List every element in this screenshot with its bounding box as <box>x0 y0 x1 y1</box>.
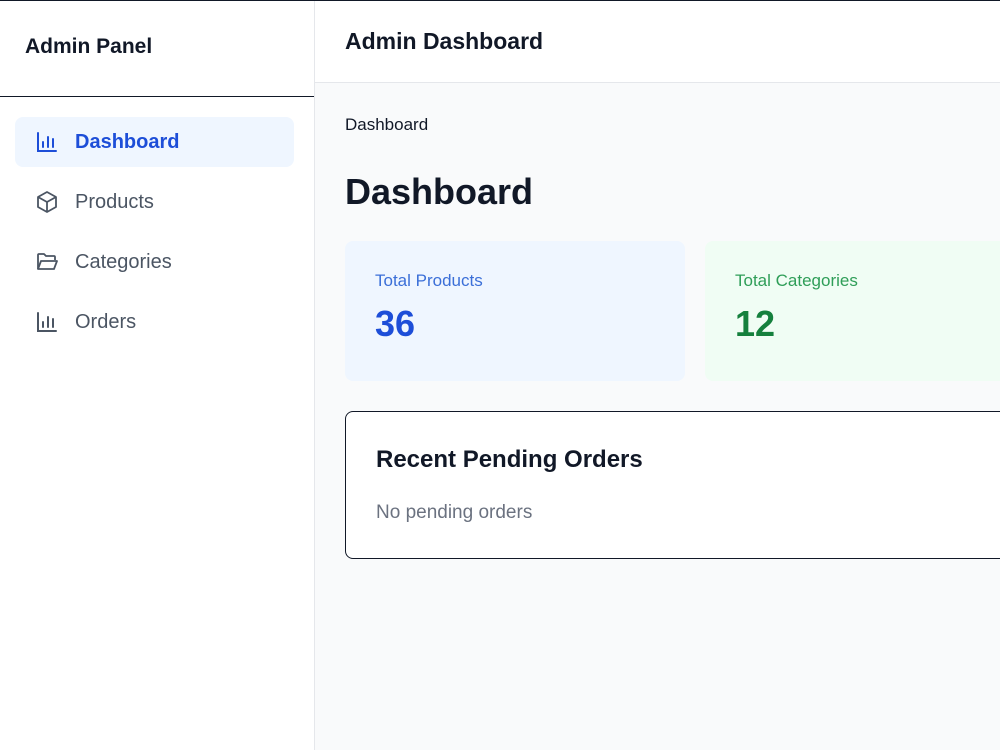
sidebar-item-products[interactable]: Products <box>15 177 294 227</box>
sidebar-brand: Admin Panel <box>0 1 314 97</box>
pending-orders-card: Recent Pending Orders No pending orders <box>345 411 1000 559</box>
page-title: Dashboard <box>345 171 534 212</box>
sidebar-item-label: Dashboard <box>75 130 180 153</box>
box-icon <box>35 190 59 214</box>
sidebar: Admin Panel Dashboard Products Categorie… <box>0 1 315 750</box>
sidebar-item-label: Categories <box>75 250 172 273</box>
bar-chart-icon <box>35 310 59 334</box>
sidebar-item-label: Products <box>75 190 154 213</box>
stat-label: Total Products <box>375 271 483 290</box>
stat-label: Total Categories <box>735 271 858 290</box>
pending-orders-empty: No pending orders <box>376 502 533 523</box>
stat-card-products: Total Products 36 <box>345 241 685 381</box>
pending-orders-title: Recent Pending Orders <box>376 446 643 473</box>
stat-value: 12 <box>735 303 776 344</box>
sidebar-nav: Dashboard Products Categories Orders <box>0 97 314 347</box>
sidebar-item-categories[interactable]: Categories <box>15 237 294 287</box>
sidebar-item-dashboard[interactable]: Dashboard <box>15 117 294 167</box>
sidebar-item-label: Orders <box>75 310 137 333</box>
bar-chart-icon <box>35 130 59 154</box>
folder-open-icon <box>35 250 59 274</box>
stat-card-categories: Total Categories 12 <box>705 241 1000 381</box>
content: Dashboard Dashboard Total Products 36 To… <box>315 83 1000 559</box>
main-area: Admin Dashboard Dashboard Dashboard Tota… <box>315 1 1000 750</box>
stat-value: 36 <box>375 303 416 344</box>
stats-row: Total Products 36 Total Categories 12 <box>345 241 1000 381</box>
page-header: Admin Dashboard <box>315 1 1000 83</box>
breadcrumb: Dashboard <box>345 115 429 134</box>
sidebar-item-orders[interactable]: Orders <box>15 297 294 347</box>
